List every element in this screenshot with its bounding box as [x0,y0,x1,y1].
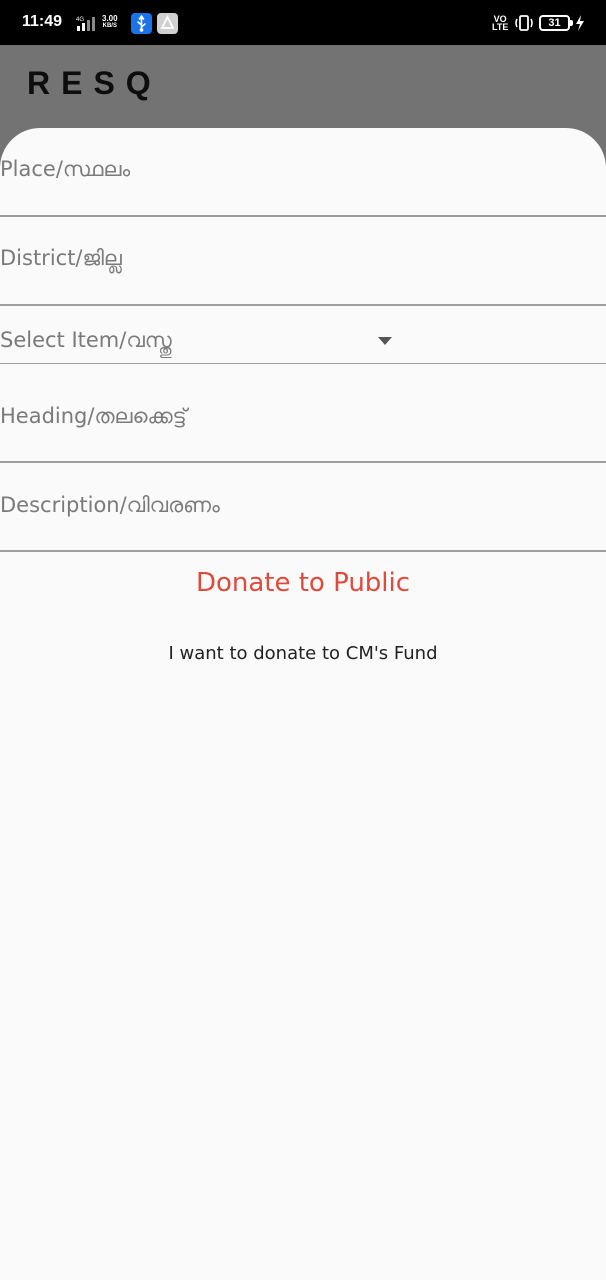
app-title: RESQ [27,65,162,101]
network-signal-icon: 4G [76,17,95,31]
place-placeholder: Place/സ്ഥലം [0,157,131,181]
description-field[interactable]: Description/വിവരണം [0,463,606,552]
donate-to-public-button[interactable]: Donate to Public [0,568,606,598]
donate-cm-fund-link[interactable]: I want to donate to CM's Fund [0,643,606,664]
district-placeholder: District/ജില്ല [0,246,122,270]
heading-placeholder: Heading/തലക്കെട്ട് [0,404,187,428]
speed-unit: KB/S [102,23,117,29]
usb-icon [131,13,152,34]
network-speed: 3.00 KB/S [102,15,118,30]
status-time: 11:49 [22,13,63,30]
heading-field[interactable]: Heading/തലക്കെട്ട് [0,364,606,463]
select-item-label: Select Item/വസ്തു [0,328,172,352]
chevron-down-icon[interactable] [378,337,392,345]
speed-value: 3.00 [102,14,118,23]
description-placeholder: Description/വിവരണം [0,493,220,517]
select-item-dropdown[interactable]: Select Item/വസ്തു [0,306,606,364]
status-bar: 11:49 4G 3.00 KB/S VO LTE 31 [0,0,606,45]
app-bar: RESQ [0,45,606,135]
volte-icon: VO LTE [492,15,509,32]
network-type: 4G [76,17,84,23]
volte-bottom: LTE [492,22,509,32]
form-card: Place/സ്ഥലം District/ജില്ല Select Item/വ… [0,128,606,1280]
vibrate-icon [515,15,533,31]
district-field[interactable]: District/ജില്ല [0,217,606,306]
drive-icon [157,13,178,34]
place-field[interactable]: Place/സ്ഥലം [0,128,606,217]
charging-icon [576,15,584,31]
battery-icon: 31 [539,15,573,31]
app-screen: 11:49 4G 3.00 KB/S VO LTE 31 RESQ Place/… [0,0,606,1280]
